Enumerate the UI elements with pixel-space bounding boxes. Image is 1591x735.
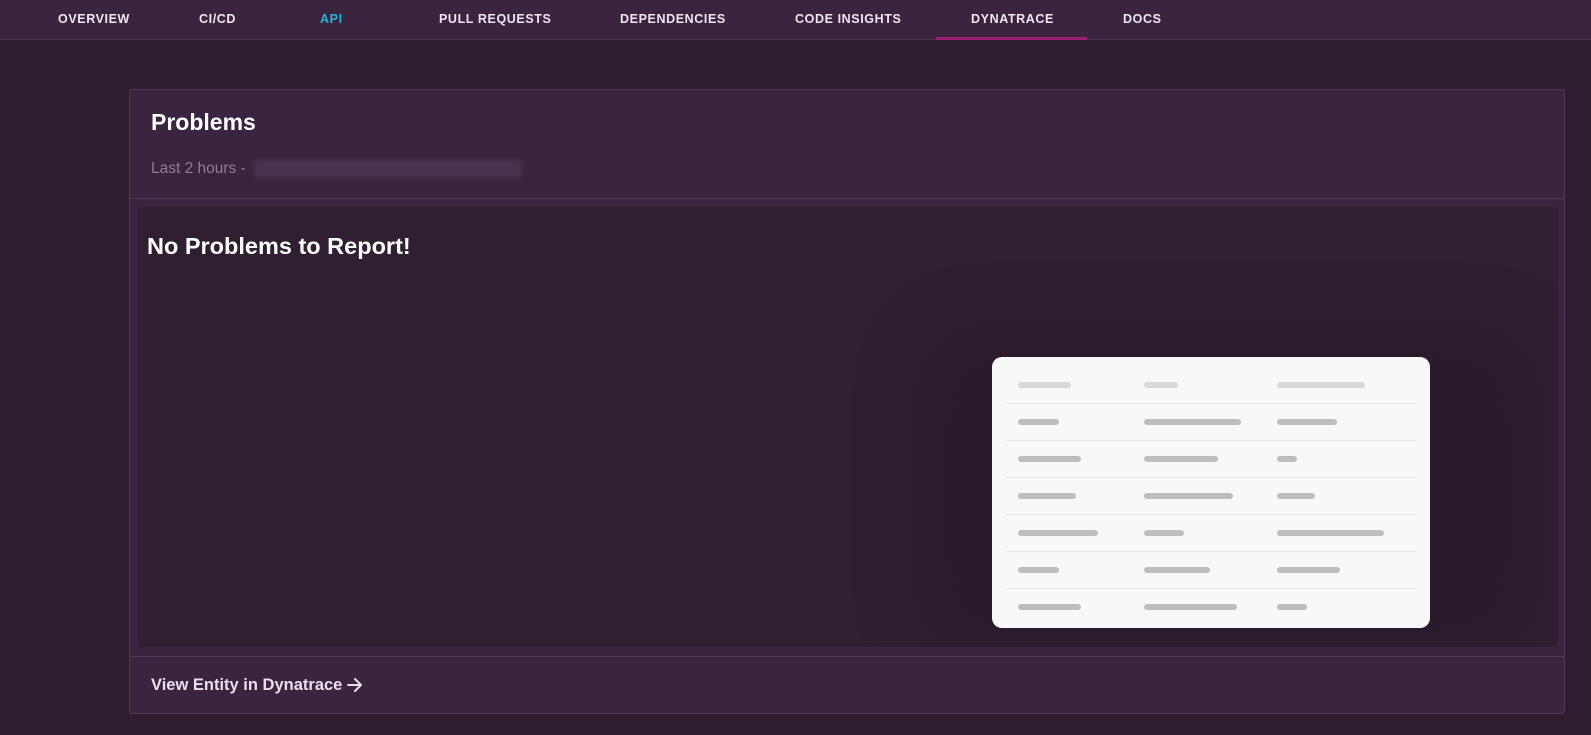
arrow-right-icon: [345, 675, 365, 695]
tab-dynatrace[interactable]: DYNATRACE: [971, 0, 1054, 40]
illustration-row: [1006, 515, 1416, 552]
card-body: No Problems to Report!: [138, 207, 1558, 647]
tab-api[interactable]: API: [320, 0, 343, 40]
illustration-row: [1006, 441, 1416, 478]
card-subtitle: Last 2 hours -: [151, 160, 523, 178]
tab-dependencies[interactable]: DEPENDENCIES: [620, 0, 726, 40]
tab-overview[interactable]: OVERVIEW: [58, 0, 130, 40]
empty-state-heading: No Problems to Report!: [147, 233, 411, 259]
empty-table-illustration: [992, 357, 1430, 628]
illustration-row: [1006, 552, 1416, 589]
illustration-row: [1006, 404, 1416, 441]
problems-card: Problems Last 2 hours - No Problems to R…: [129, 89, 1565, 714]
tab-ci-cd[interactable]: CI/CD: [199, 0, 236, 40]
redacted-entity-id: [254, 160, 523, 178]
tab-code-insights[interactable]: CODE INSIGHTS: [795, 0, 901, 40]
illustration-row: [1006, 589, 1416, 626]
card-header: Problems Last 2 hours -: [130, 90, 1564, 199]
illustration-row: [1006, 478, 1416, 515]
card-footer: View Entity in Dynatrace: [130, 656, 1564, 714]
card-title: Problems: [151, 109, 256, 135]
tab-bar: OVERVIEW CI/CD API PULL REQUESTS DEPENDE…: [0, 0, 1591, 40]
tab-pull-requests[interactable]: PULL REQUESTS: [439, 0, 551, 40]
illustration-row: [1006, 367, 1416, 404]
time-range-label: Last 2 hours -: [151, 160, 246, 178]
view-entity-link[interactable]: View Entity in Dynatrace: [151, 675, 365, 695]
selected-tab-indicator: [936, 37, 1087, 40]
tab-docs[interactable]: DOCS: [1123, 0, 1162, 40]
view-entity-link-label: View Entity in Dynatrace: [151, 675, 343, 694]
